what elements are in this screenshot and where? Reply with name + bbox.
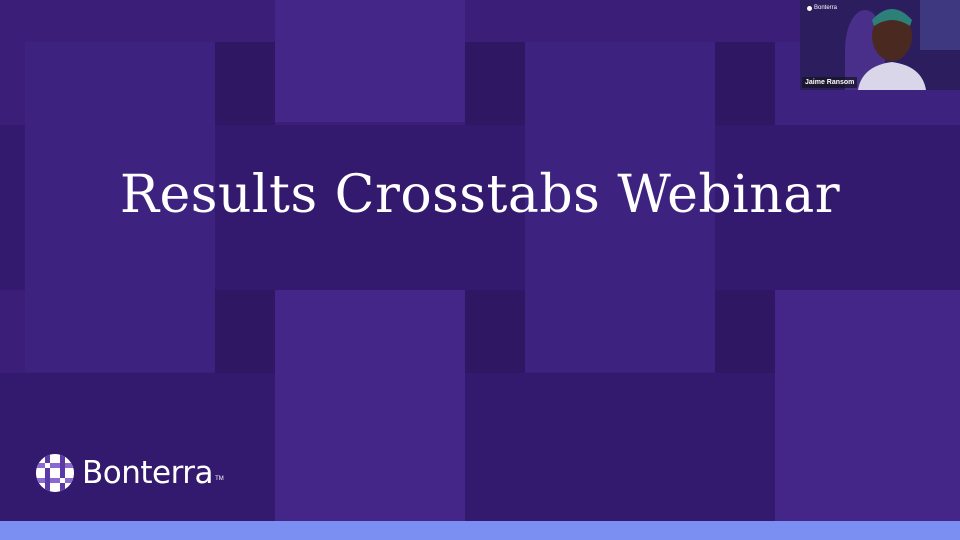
brand-trademark: TM [215,476,224,482]
background-tile [275,0,465,122]
brand-logo: Bonterra TM [36,454,224,492]
background-tile [0,373,275,521]
presentation-slide: Results Crosstabs Webinar Bonterra TM Bo… [0,0,960,540]
background-tile [215,42,275,125]
participant-name-label: Jaime Ransom [802,77,858,88]
bottom-accent-bar [0,521,960,540]
background-tile [775,290,960,521]
bonterra-woven-circle-icon [36,454,74,492]
background-tile [715,42,775,125]
background-tile [715,290,775,373]
background-tile [465,290,525,373]
slide-title: Results Crosstabs Webinar [119,165,841,225]
brand-name: Bonterra [82,455,214,491]
background-tile [215,290,275,373]
webcam-feed[interactable]: Bonterra Jaime Ransom [800,0,960,90]
background-tile [275,290,465,521]
background-tile [465,373,775,521]
background-tile [465,42,525,125]
